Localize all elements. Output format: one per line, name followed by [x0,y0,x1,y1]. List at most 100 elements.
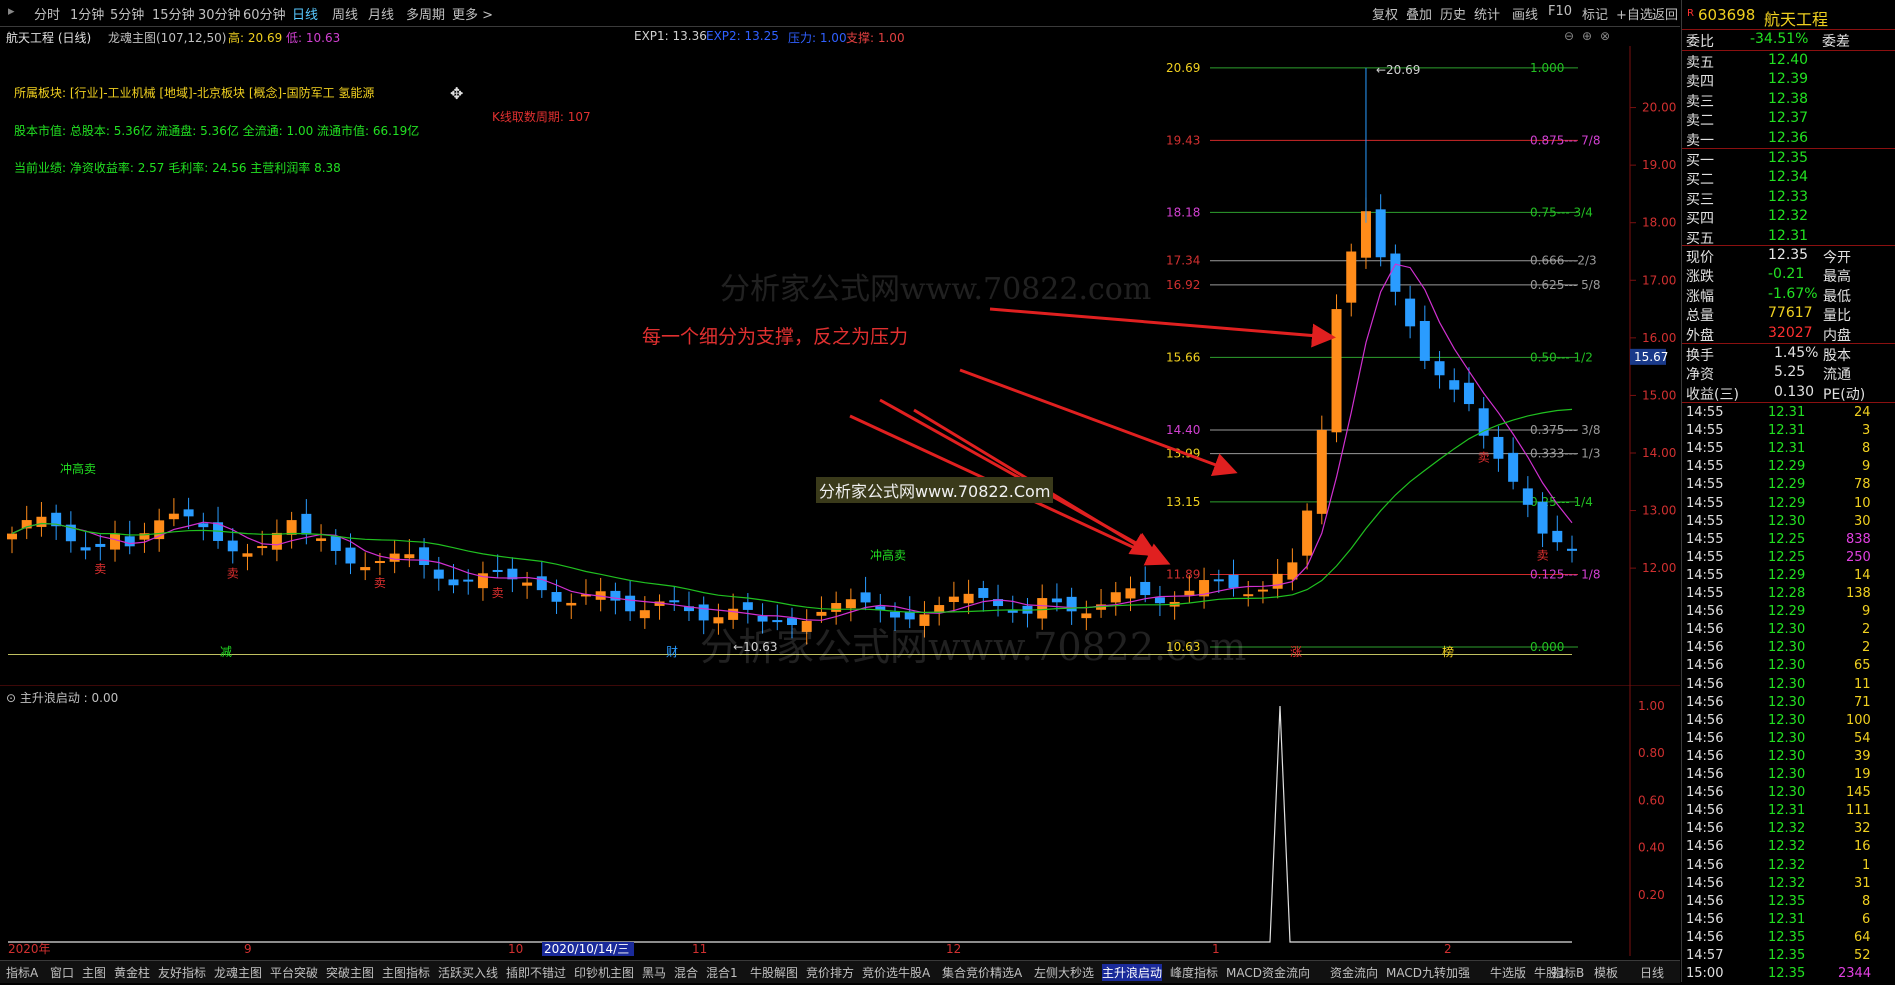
tick-time: 14:55 [1686,495,1724,511]
tick-price: 12.29 [1768,477,1806,493]
fib-label: 0.625--- 5/8 [1530,278,1600,292]
candle-body [1007,610,1018,613]
zoom-in-icon[interactable]: ⊕ [1582,29,1592,43]
indicator-tab[interactable]: 指标A [6,964,38,981]
period-5[interactable]: 60分钟 [243,4,286,23]
tool-5[interactable]: F10 [1548,4,1572,19]
current-price-tag: 15.67 [1634,350,1668,364]
indicator-tab[interactable]: 突破主图 [326,964,374,981]
bottom-right-tab[interactable]: 指标B [1552,964,1584,981]
indicator-tab[interactable]: 龙魂主图 [214,964,262,981]
indicator-tab[interactable]: 峰度指标 [1170,964,1218,981]
period-10[interactable]: 更多 > [452,4,493,23]
tool-4[interactable]: 画线 [1512,4,1538,23]
period-6[interactable]: 日线 [292,4,318,23]
sub-indicator-chart[interactable]: ⊙ 主升浪启动 : 0.00 1.00 0.80 0.60 0.40 0.20 2020年 9… [0,686,1680,956]
indicator-tab[interactable]: 活跃买入线 [438,964,498,981]
indicator-tab[interactable]: 友好指标 [158,964,206,981]
indicator-tab[interactable]: 混合1 [706,964,738,981]
period-3[interactable]: 15分钟 [152,4,195,23]
indicator-tab[interactable]: 插即不错过 [506,964,566,981]
sub-indicator-title[interactable]: ⊙ 主升浪启动 : 0.00 [6,690,118,705]
candle-body [1184,590,1195,596]
stat-label-right: 流通 [1823,367,1851,384]
indicator-tab[interactable]: 主图指标 [382,964,430,981]
indicator-name[interactable]: 龙魂主图(107,12,50) [108,29,226,46]
stat-row: 涨跌 -0.21 最高 [1682,266,1895,285]
sell-signal: 卖 [374,576,386,590]
indicator-tab[interactable]: MACD九转加强 [1386,964,1470,981]
indicator-tab[interactable]: 主图 [82,964,106,981]
menu-toggle-icon[interactable]: ▸ [8,4,15,19]
tick-price: 12.31 [1768,911,1806,927]
tick-volume: 2 [1862,622,1871,638]
tool-2[interactable]: 历史 [1440,4,1466,23]
bottom-right-tab[interactable]: 模板 [1594,964,1618,981]
fib-label: 0.000 [1530,640,1564,654]
tool-3[interactable]: 统计 [1474,4,1500,23]
indicator-tab[interactable]: 左侧大秒选 [1034,964,1094,981]
bottom-marker: 财 [666,645,678,659]
candle-body [198,523,209,528]
annotation-arrow [959,368,1238,476]
indicator-tab[interactable]: 牛选版 [1490,964,1526,981]
indicator-tab[interactable]: 印钞机主图 [574,964,634,981]
candle-body [948,596,959,603]
date-tick: 1 [1212,942,1220,956]
site-label: 分析家公式网www.70822.Com [816,477,1054,503]
tick-price: 12.30 [1768,694,1806,710]
candle-body [1508,452,1519,482]
indicator-tab[interactable]: 集合竞价精选A [942,964,1022,981]
candle-body [286,520,297,535]
indicator-tab[interactable]: 混合 [674,964,698,981]
indicator-tab[interactable]: 平台突破 [270,964,318,981]
zoom-out-icon[interactable]: ⊖ [1564,29,1574,43]
indicator-tab[interactable]: 竞价选牛股A [862,964,930,981]
indicator-tab[interactable]: 资金流向 [1330,964,1378,981]
period-1[interactable]: 1分钟 [70,4,104,23]
period-4[interactable]: 30分钟 [198,4,241,23]
tool-6[interactable]: 标记 [1582,4,1608,23]
indicator-tab[interactable]: 主升浪启动 [1102,964,1163,981]
candle-body [978,588,989,598]
stat-label: 换手 [1686,348,1714,364]
tick-time: 14:56 [1686,821,1724,837]
tick-price: 12.29 [1768,495,1806,511]
tick-row: 14:56 12.32 31 [1682,876,1895,895]
main-candlestick-chart[interactable]: 20.00 19.00 18.00 17.00 16.00 15.00 14.00 13.00… [0,46,1680,686]
tick-row: 14:56 12.30 54 [1682,731,1895,750]
period-7[interactable]: 周线 [332,4,358,23]
tick-row: 14:57 12.35 52 [1682,948,1895,967]
tick-volume: 9 [1862,604,1871,620]
ask-row: 卖四 12.39 [1682,71,1895,90]
bid-price: 12.35 [1768,150,1809,166]
candle-body [95,543,106,547]
bid-label: 买一 [1686,153,1714,169]
fib-price: 19.43 [1166,133,1200,147]
bottom-right-tab[interactable]: 日线 [1640,964,1664,981]
stock-header: R 603698 航天工程 [1682,6,1895,29]
stat-value: 32027 [1768,324,1813,341]
chart-info-bar: 航天工程 (日线) 龙魂主图(107,12,50) 高: 20.69 低: 10… [0,26,1630,46]
signal-line [8,705,1572,943]
indicator-tab[interactable]: MACD资金流向 [1226,964,1310,981]
tool-7[interactable]: +自选 [1616,4,1653,23]
period-2[interactable]: 5分钟 [110,4,144,23]
indicator-tab[interactable]: 牛股解图 [750,964,798,981]
tick-volume: 64 [1854,929,1871,945]
period-0[interactable]: 分时 [34,4,60,23]
indicator-tab[interactable]: 黄金柱 [114,964,150,981]
tool-0[interactable]: 复权 [1372,4,1398,23]
bid-price: 12.31 [1768,227,1809,244]
indicator-tab[interactable]: 窗口 [50,964,74,981]
period-9[interactable]: 多周期 [406,4,445,23]
tick-row: 14:55 12.31 3 [1682,423,1895,442]
period-8[interactable]: 月线 [368,4,394,23]
close-chart-icon[interactable]: ⊗ [1600,29,1610,43]
tick-price: 12.25 [1768,531,1806,547]
tool-8[interactable]: 返回 [1652,4,1678,23]
indicator-tab[interactable]: 竞价排方 [806,964,854,981]
bid-price: 12.32 [1768,208,1809,225]
tool-1[interactable]: 叠加 [1406,4,1432,23]
indicator-tab[interactable]: 黑马 [642,964,666,981]
